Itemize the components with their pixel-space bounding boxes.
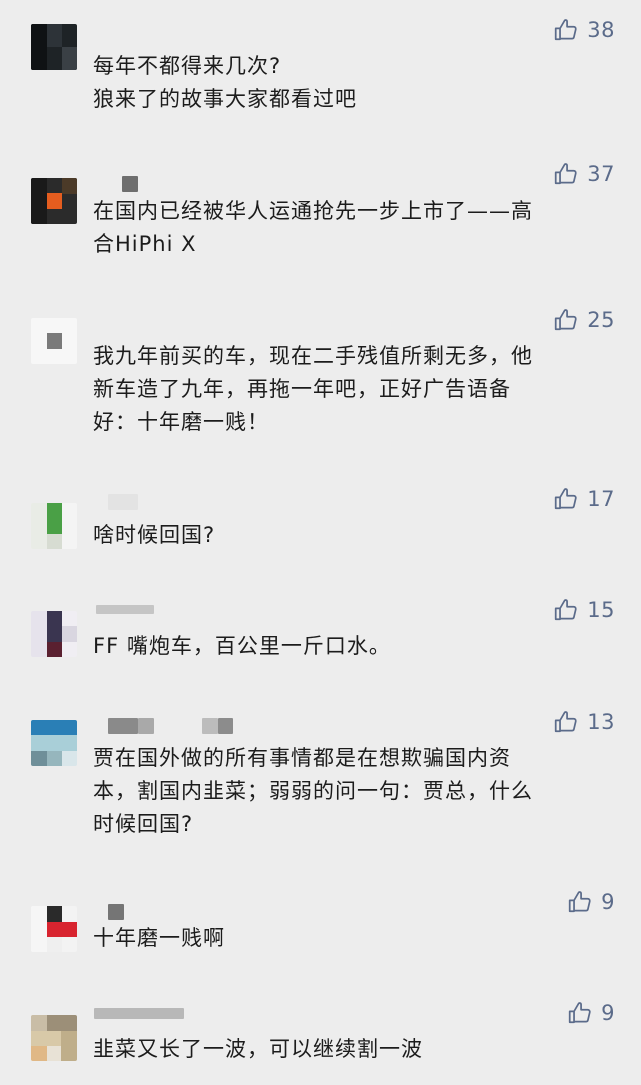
comment-text: 我九年前买的车，现在二手残值所剩无多，他 新车造了九年，再拖一年吧，正好广告语备… <box>93 344 533 434</box>
thumbs-up-icon <box>568 891 591 913</box>
avatar[interactable] <box>31 503 77 549</box>
blurred-username <box>108 718 233 734</box>
like-count: 17 <box>587 487 615 511</box>
like-button[interactable]: 38 <box>553 14 615 46</box>
like-button[interactable]: 17 <box>553 483 615 515</box>
blurred-username <box>108 494 138 510</box>
comment-text: 啥时候回国? <box>93 523 216 547</box>
blurred-username <box>94 1008 184 1024</box>
comment-text: 韭菜又长了一波，可以继续割一波 <box>93 1037 423 1061</box>
comment-text: 十年磨一贱啊 <box>93 926 225 950</box>
blurred-username <box>122 176 138 192</box>
comment-text: 每年不都得来几次? 狼来了的故事大家都看过吧 <box>93 54 357 111</box>
avatar[interactable] <box>31 906 77 952</box>
thumbs-up-icon <box>555 599 577 621</box>
like-button[interactable]: 15 <box>553 594 615 626</box>
comment-text: 贾在国外做的所有事情都是在想欺骗国内资 本，割国内韭菜；弱弱的问一句：贾总，什么… <box>93 746 533 836</box>
blurred-username <box>96 605 154 621</box>
avatar[interactable] <box>31 720 77 766</box>
thumbs-up-icon <box>555 19 577 41</box>
avatar[interactable] <box>31 611 77 657</box>
avatar[interactable] <box>31 318 77 364</box>
like-count: 37 <box>587 162 615 186</box>
blurred-username <box>108 904 124 920</box>
like-count: 13 <box>587 710 615 734</box>
thumbs-up-icon <box>555 711 577 733</box>
avatar[interactable] <box>31 24 77 70</box>
comment-text: 在国内已经被华人运通抢先一步上市了——高 合HiPhi X <box>93 199 533 256</box>
like-count: 9 <box>601 890 615 914</box>
like-count: 38 <box>587 18 615 42</box>
thumbs-up-icon <box>555 309 577 331</box>
like-button[interactable]: 9 <box>567 997 615 1029</box>
comment-text: FF 嘴炮车，百公里一斤口水。 <box>93 634 391 658</box>
like-count: 25 <box>587 308 615 332</box>
like-button[interactable]: 9 <box>567 886 615 918</box>
like-button[interactable]: 25 <box>553 304 615 336</box>
avatar[interactable] <box>31 178 77 224</box>
like-button[interactable]: 37 <box>553 158 615 190</box>
comment-list: 38 每年不都得来几次? 狼来了的故事大家都看过吧 37 在国内已经被华人运通抢… <box>0 0 641 1085</box>
avatar[interactable] <box>31 1015 77 1061</box>
like-count: 15 <box>587 598 615 622</box>
thumbs-up-icon <box>568 1002 591 1024</box>
thumbs-up-icon <box>555 163 577 185</box>
thumbs-up-icon <box>555 488 577 510</box>
like-count: 9 <box>601 1001 615 1025</box>
like-button[interactable]: 13 <box>553 706 615 738</box>
